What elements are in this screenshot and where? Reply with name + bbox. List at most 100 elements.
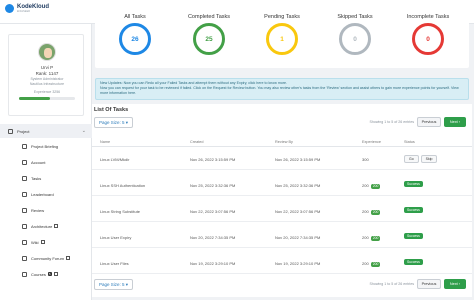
skip-button[interactable]: Skip	[420, 155, 438, 163]
courses-count-badge: 5	[47, 272, 52, 276]
profile-role: System Administrator	[30, 77, 64, 81]
sidebar-item-wiki[interactable]: Wiki	[0, 234, 92, 250]
stat-ring: 1	[266, 23, 298, 55]
stat-label: Pending Tasks	[264, 14, 300, 20]
sidebar-item-review[interactable]: Review	[0, 202, 92, 218]
task-status: Go Skip	[404, 155, 439, 163]
profile-name: Urvi P	[40, 65, 54, 70]
page-size-select-bottom[interactable]: Page Size: 5 ▾	[94, 279, 134, 290]
stat-ring: 25	[193, 23, 225, 55]
sidebar-section-project[interactable]: Project ⌄	[0, 124, 92, 138]
experience-progress-bar	[19, 97, 75, 100]
page: KodeKloud ENGINEER Urvi P Rank: 1147 Sys…	[0, 0, 474, 300]
external-link-icon	[53, 272, 58, 276]
col-experience: Experience	[362, 140, 381, 144]
courses-icon	[22, 271, 27, 277]
previous-button-bottom[interactable]: Previous	[417, 279, 441, 289]
task-created: Nov 19, 2022 3:29:10 PM	[190, 261, 236, 266]
sidebar-item-label: Tasks	[31, 175, 42, 181]
next-label: Next	[449, 282, 458, 286]
sidebar-item-tasks[interactable]: Tasks	[0, 170, 92, 186]
status-badge: Success	[404, 233, 423, 239]
stat-label: All Tasks	[124, 14, 146, 20]
external-link-icon	[40, 240, 45, 244]
sidebar-item-label: Community Forum	[31, 255, 64, 261]
table-row: Linux LVM/Mkdir Nov 26, 2022 3:15:59 PM No…	[92, 148, 472, 170]
task-review-by: Nov 20, 2022 7:34:35 PM	[275, 235, 321, 240]
task-experience: 200 200	[362, 209, 381, 215]
col-name: Name	[100, 140, 111, 144]
table-row: Linux User Files Nov 19, 2022 3:29:10 PM N…	[92, 252, 472, 274]
wiki-icon	[22, 239, 27, 245]
sidebar-item-label: Review	[31, 207, 45, 213]
showing-entries-bottom: Showing 1 to 5 of 26 entries	[369, 282, 414, 286]
experience-badge: 200	[370, 183, 381, 189]
table-controls-bottom: Page Size: 5 ▾ Showing 1 to 5 of 26 entr…	[92, 279, 472, 291]
page-size-label: Page Size: 5	[99, 282, 125, 287]
stat-pending-tasks: Pending Tasks 1	[247, 14, 317, 55]
task-review-by: Nov 22, 2022 3:07:56 PM	[275, 209, 321, 214]
next-button-bottom[interactable]: Next ›	[444, 279, 466, 289]
avatar	[38, 43, 56, 61]
next-label: Next	[449, 120, 458, 124]
task-experience: 200 200	[362, 183, 381, 189]
stat-label: Incomplete Tasks	[406, 14, 450, 20]
task-review-by: Nov 26, 2022 3:15:59 PM	[275, 157, 321, 162]
external-link-icon	[54, 224, 59, 228]
task-status: Success	[404, 233, 423, 239]
review-icon	[22, 207, 27, 213]
task-review-by: Nov 19, 2022 3:29:10 PM	[275, 261, 321, 266]
sidebar-item-leaderboard[interactable]: Leaderboard	[0, 186, 92, 202]
sidebar-nav: Project ⌄ Project Briefing Account Tasks Le…	[0, 124, 92, 282]
sidebar-item-label: Leaderboard	[31, 191, 54, 197]
stat-ring: 26	[119, 23, 151, 55]
table-row: Linux SSH Authentication Nov 25, 2022 3:3…	[92, 174, 472, 196]
sidebar-item-label: Wiki	[31, 239, 39, 245]
task-experience: 200 200	[362, 261, 381, 267]
col-status: Status	[404, 140, 415, 144]
notice-banner: New Updates: Now you can Redo all your F…	[95, 78, 469, 100]
sidebar-item-courses[interactable]: Courses 5	[0, 266, 92, 282]
status-badge: Success	[404, 181, 423, 187]
table-header: Name Created Review By Experience Status	[92, 137, 472, 147]
previous-button[interactable]: Previous	[417, 117, 441, 127]
tasks-title: List Of Tasks	[94, 107, 129, 113]
status-badge: Success	[404, 259, 423, 265]
sidebar-item-account[interactable]: Account	[0, 154, 92, 170]
project-icon	[8, 128, 13, 134]
profile-experience: Experience 3256	[33, 90, 61, 94]
task-experience: 300	[362, 157, 369, 162]
experience-value: 200	[362, 183, 369, 188]
task-status: Success	[404, 207, 423, 213]
brand-tagline: ENGINEER	[17, 10, 31, 13]
page-size-select[interactable]: Page Size: 5 ▾	[94, 117, 134, 128]
experience-value: 200	[362, 235, 369, 240]
stat-ring: 0	[412, 23, 444, 55]
task-created: Nov 22, 2022 3:07:56 PM	[190, 209, 236, 214]
tasks-card: List Of Tasks Page Size: 5 ▾ Showing 1 t…	[92, 104, 472, 297]
architecture-icon	[22, 223, 27, 229]
experience-value: 300	[362, 157, 369, 162]
notice-line-2: Now you can request for your task to be …	[100, 85, 459, 95]
profile-card: Urvi P Rank: 1147 System Administrator N…	[8, 34, 84, 116]
task-name: Linux LVM/Mkdir	[100, 157, 130, 162]
stat-ring: 0	[339, 23, 371, 55]
sidebar-item-label: Account	[31, 159, 46, 165]
sidebar-item-label: Courses	[31, 271, 46, 277]
logo[interactable]: KodeKloud ENGINEER	[5, 4, 49, 13]
forum-icon	[22, 255, 27, 261]
sidebar-item-community-forum[interactable]: Community Forum	[0, 250, 92, 266]
sidebar-item-architecture[interactable]: Architecture	[0, 218, 92, 234]
sidebar: Urvi P Rank: 1147 System Administrator N…	[0, 24, 92, 300]
experience-value: 200	[362, 261, 369, 266]
profile-location: Nautilus Infrastructure	[29, 82, 65, 86]
task-created: Nov 25, 2022 3:32:36 PM	[190, 183, 236, 188]
experience-progress-fill	[19, 97, 50, 100]
kodekloud-logo-icon	[5, 4, 14, 13]
profile-rank: Rank: 1147	[35, 71, 59, 76]
sidebar-item-project-briefing[interactable]: Project Briefing	[0, 138, 92, 154]
next-button[interactable]: Next ›	[444, 117, 466, 127]
go-button[interactable]: Go	[404, 155, 419, 163]
task-stats-card: All Tasks 26 Completed Tasks 25 Pending Task…	[95, 10, 469, 68]
stat-skipped-tasks: Skipped Tasks 0	[320, 14, 390, 55]
